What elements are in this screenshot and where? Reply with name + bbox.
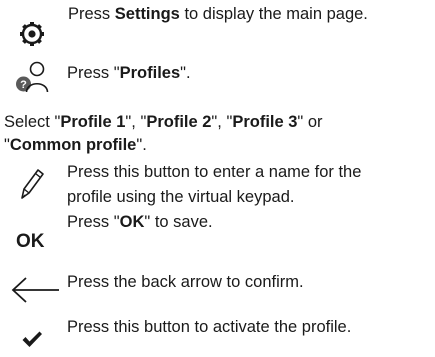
activate-instruction: Press this button to activate the profil… <box>67 318 352 336</box>
profile-3-label: Profile 3 <box>232 113 298 131</box>
back-arrow-icon <box>11 277 59 303</box>
checkmark-icon <box>22 331 42 347</box>
select-sep1: ", " <box>125 113 147 131</box>
settings-label: Settings <box>114 5 180 23</box>
pencil-icon <box>21 169 44 199</box>
svg-text:?: ? <box>20 79 27 91</box>
settings-pre: Press <box>68 5 115 23</box>
profile-2-label: Profile 2 <box>146 113 212 131</box>
profile-1-label: Profile 1 <box>60 113 126 131</box>
profiles-pre: Press " <box>67 64 120 82</box>
profiles-post: ". <box>180 64 191 82</box>
select-sep2: ", " <box>211 113 233 131</box>
rename-instruction-line1: Press this button to enter a name for th… <box>67 163 362 181</box>
select-instruction-line2: "Common profile". <box>4 135 147 156</box>
ok-post: " to save. <box>144 213 213 231</box>
settings-instruction: Press Settings to display the main page. <box>68 4 368 25</box>
rename-instruction-line2: profile using the virtual keypad. <box>67 188 295 206</box>
ok-instruction: Press "OK" to save. <box>67 212 213 233</box>
ok-pre: Press " <box>67 213 120 231</box>
select-pre: Select " <box>4 113 61 131</box>
settings-post: to display the main page. <box>179 5 368 23</box>
profiles-user-icon: ? <box>16 61 49 93</box>
select-instruction-line1: Select "Profile 1", "Profile 2", "Profil… <box>4 112 323 133</box>
common-profile-label: Common profile <box>9 136 137 154</box>
profiles-label: Profiles <box>119 64 181 82</box>
profiles-instruction: Press "Profiles". <box>67 63 191 84</box>
back-instruction: Press the back arrow to confirm. <box>67 273 304 291</box>
select-close2: ". <box>136 136 147 154</box>
ok-text-icon: OK <box>16 231 45 252</box>
select-sep3: " or <box>297 113 323 131</box>
ok-label: OK <box>119 213 145 231</box>
settings-gear-icon <box>20 22 44 46</box>
